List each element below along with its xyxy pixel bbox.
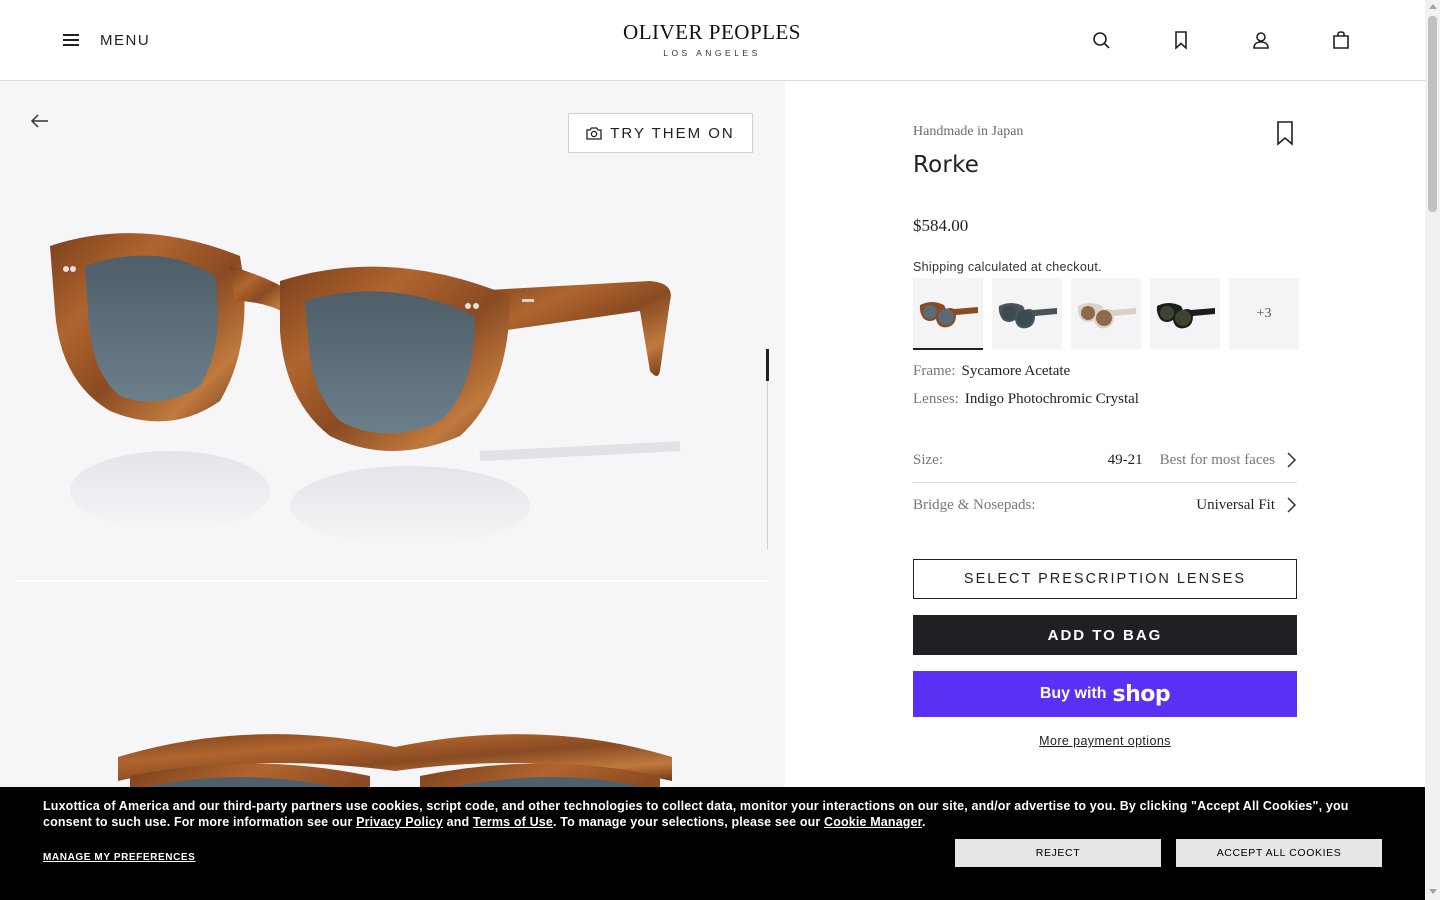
site-header: MENU OLIVER PEOPLES LOS ANGELES [0, 0, 1425, 81]
brand-logo[interactable]: OLIVER PEOPLES LOS ANGELES [612, 20, 812, 58]
cookie-text: . To manage your selections, please see … [553, 815, 825, 829]
swatch-black[interactable] [1150, 278, 1220, 349]
swatch-crystal[interactable] [1071, 278, 1141, 349]
try-them-on-button[interactable]: TRY THEM ON [568, 113, 753, 153]
frame-label: Frame: [913, 363, 956, 379]
product-origin: Handmade in Japan [913, 124, 1024, 139]
shop-pay-button[interactable]: Buy with shop [913, 671, 1297, 717]
product-price: $584.00 [913, 216, 969, 235]
bookmark-icon[interactable] [1170, 29, 1192, 51]
terms-of-use-link[interactable]: Terms of Use [473, 815, 553, 829]
size-value: 49-21 [1107, 451, 1143, 468]
search-icon[interactable] [1090, 29, 1112, 51]
color-swatches: +3 [913, 278, 1299, 350]
gallery-divider [15, 580, 770, 582]
cookie-text: . [922, 815, 926, 829]
reject-cookies-button[interactable]: REJECT [955, 839, 1161, 867]
manage-preferences-link[interactable]: MANAGE MY PREFERENCES [43, 852, 195, 863]
page-scrollbar[interactable] [1425, 0, 1440, 900]
size-hint: Best for most faces [1159, 451, 1275, 468]
menu-button[interactable]: MENU [63, 30, 150, 50]
size-selector[interactable]: Size: 49-21 Best for most faces [913, 438, 1297, 482]
page-scroll-thumb[interactable] [1428, 16, 1437, 212]
select-prescription-button[interactable]: SELECT PRESCRIPTION LENSES [913, 559, 1297, 599]
swatch-sycamore[interactable] [913, 278, 983, 350]
shipping-note: Shipping calculated at checkout. [913, 260, 1102, 274]
accept-all-cookies-button[interactable]: ACCEPT ALL COOKIES [1176, 839, 1382, 867]
bridge-label: Bridge & Nosepads: [913, 496, 1036, 513]
try-them-on-label: TRY THEM ON [610, 124, 735, 142]
bridge-selector[interactable]: Bridge & Nosepads: Universal Fit [913, 483, 1297, 527]
brand-name: OLIVER PEOPLES [623, 20, 801, 44]
privacy-policy-link[interactable]: Privacy Policy [356, 815, 443, 829]
chevron-right-icon [1287, 452, 1297, 468]
shipping-link[interactable]: Shipping [913, 260, 964, 274]
swatch-more[interactable]: +3 [1229, 278, 1299, 349]
bag-icon[interactable] [1330, 29, 1352, 51]
cookie-text: and [443, 815, 473, 829]
chevron-right-icon [1287, 497, 1297, 513]
gallery-scroll-thumb[interactable] [766, 349, 769, 381]
brand-subtitle: LOS ANGELES [663, 48, 761, 58]
shop-pay-prefix: Buy with [1039, 685, 1107, 702]
lenses-spec: Lenses: Indigo Photochromic Crystal [913, 391, 1139, 408]
product-gallery[interactable]: TRY THEM ON [0, 81, 785, 900]
account-icon[interactable] [1250, 29, 1272, 51]
wishlist-bookmark-icon[interactable] [1275, 120, 1295, 146]
cookie-message: Luxottica of America and our third-party… [43, 798, 1383, 830]
cookie-banner: Luxottica of America and our third-party… [0, 787, 1425, 900]
back-arrow-icon[interactable] [28, 109, 52, 133]
more-payment-options-link[interactable]: More payment options [913, 734, 1297, 748]
frame-value: Sycamore Acetate [961, 363, 1071, 379]
swatch-more-label: +3 [1256, 305, 1272, 321]
product-image-angled [50, 233, 681, 546]
product-title: Rorke [913, 152, 980, 178]
camera-icon [586, 127, 602, 140]
bridge-value: Universal Fit [1196, 496, 1275, 513]
swatch-gray[interactable] [992, 278, 1062, 349]
frame-spec: Frame: Sycamore Acetate [913, 363, 1070, 380]
shop-logo: shop [1112, 681, 1171, 707]
size-label: Size: [913, 451, 943, 468]
scroll-down-arrow-icon[interactable] [1429, 889, 1437, 894]
cookie-manager-link[interactable]: Cookie Manager [824, 815, 922, 829]
menu-label: MENU [100, 31, 151, 49]
hamburger-icon [63, 34, 79, 46]
scroll-up-arrow-icon[interactable] [1429, 4, 1437, 9]
lenses-label: Lenses: [913, 391, 959, 407]
shipping-text: calculated at checkout. [964, 260, 1102, 274]
add-to-bag-button[interactable]: ADD TO BAG [913, 615, 1297, 655]
lenses-value: Indigo Photochromic Crystal [964, 391, 1139, 407]
